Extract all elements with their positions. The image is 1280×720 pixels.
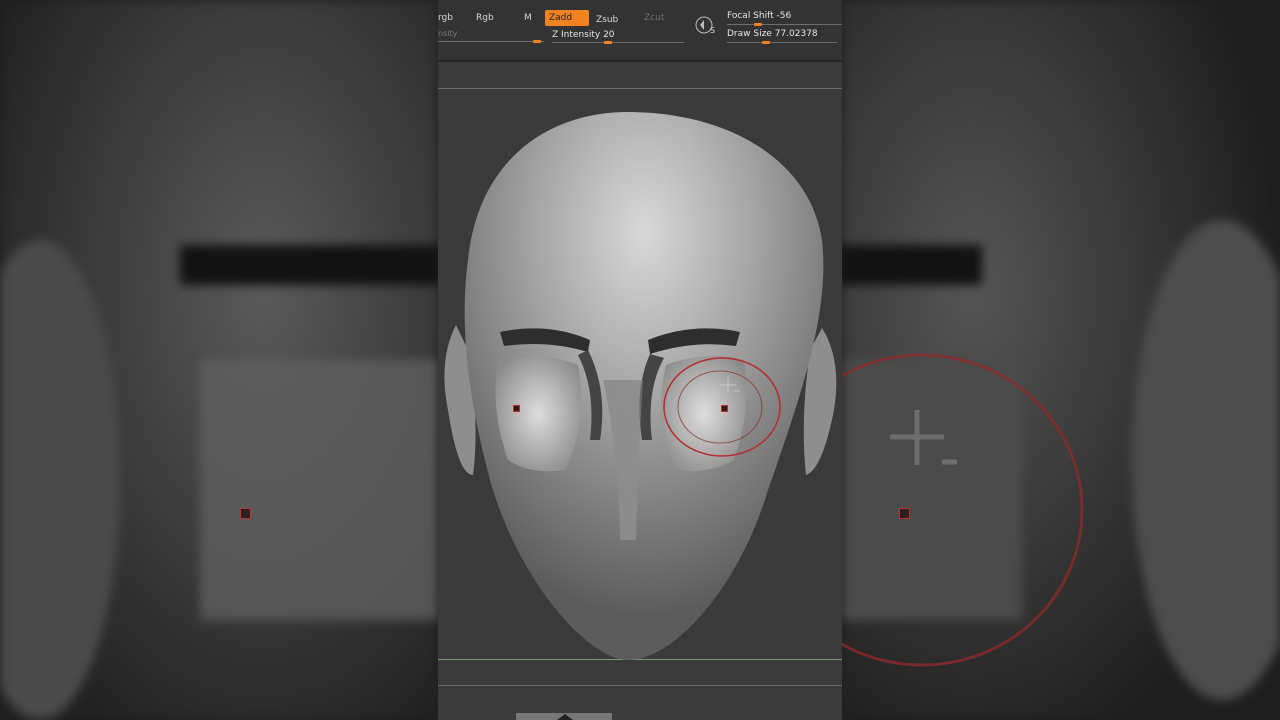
- brush-cursor: [663, 357, 781, 457]
- zadd-button[interactable]: Zadd: [545, 10, 589, 26]
- focal-shift-value: -56: [776, 11, 792, 21]
- rgb-mode-button[interactable]: rgb: [438, 10, 457, 26]
- viewport[interactable]: rgb Rgb M Zadd Zsub Zcut nsity Z Intensi…: [438, 0, 842, 720]
- right-brush-ring: [842, 353, 1084, 667]
- focal-shift-knob[interactable]: [754, 23, 762, 26]
- draw-size-track[interactable]: [727, 42, 837, 43]
- scroll-handle-icon[interactable]: [556, 713, 574, 720]
- left-cursor-mark: [240, 508, 251, 519]
- symmetry-button[interactable]: S: [695, 16, 715, 36]
- z-intensity-label: Z Intensity: [552, 30, 601, 40]
- left-blur-panel: [0, 0, 438, 720]
- draw-size-label: Draw Size: [727, 29, 772, 39]
- rgb-intensity-label: nsity: [438, 29, 458, 38]
- rgb-button[interactable]: Rgb: [472, 10, 498, 26]
- right-blur-panel: [842, 0, 1280, 720]
- focal-shift-label: Focal Shift: [727, 11, 774, 21]
- zcut-button[interactable]: Zcut: [640, 10, 668, 26]
- right-cursor-mark: [899, 508, 910, 519]
- rgb-intensity-track[interactable]: [438, 41, 544, 42]
- draw-size-value: 77.02378: [774, 29, 818, 39]
- toolbar: rgb Rgb M Zadd Zsub Zcut nsity Z Intensi…: [438, 0, 842, 60]
- symmetry-letter: S: [710, 26, 716, 35]
- left-blur-face: [0, 0, 438, 720]
- focal-shift-slider[interactable]: Focal Shift -56: [727, 11, 791, 21]
- crosshair-icon: [720, 377, 740, 393]
- rgb-intensity-knob[interactable]: [533, 40, 541, 43]
- z-intensity-knob[interactable]: [604, 41, 612, 44]
- m-button[interactable]: M: [520, 10, 536, 26]
- canvas-lower-border: [438, 685, 842, 686]
- left-eye-marker: [513, 405, 520, 412]
- z-intensity-track[interactable]: [552, 42, 684, 43]
- draw-size-slider[interactable]: Draw Size 77.02378: [727, 29, 818, 39]
- z-intensity-slider[interactable]: Z Intensity 20: [552, 30, 615, 40]
- zsub-button[interactable]: Zsub: [592, 12, 622, 28]
- focal-shift-track[interactable]: [727, 24, 842, 25]
- z-intensity-value: 20: [603, 30, 615, 40]
- draw-size-knob[interactable]: [762, 41, 770, 44]
